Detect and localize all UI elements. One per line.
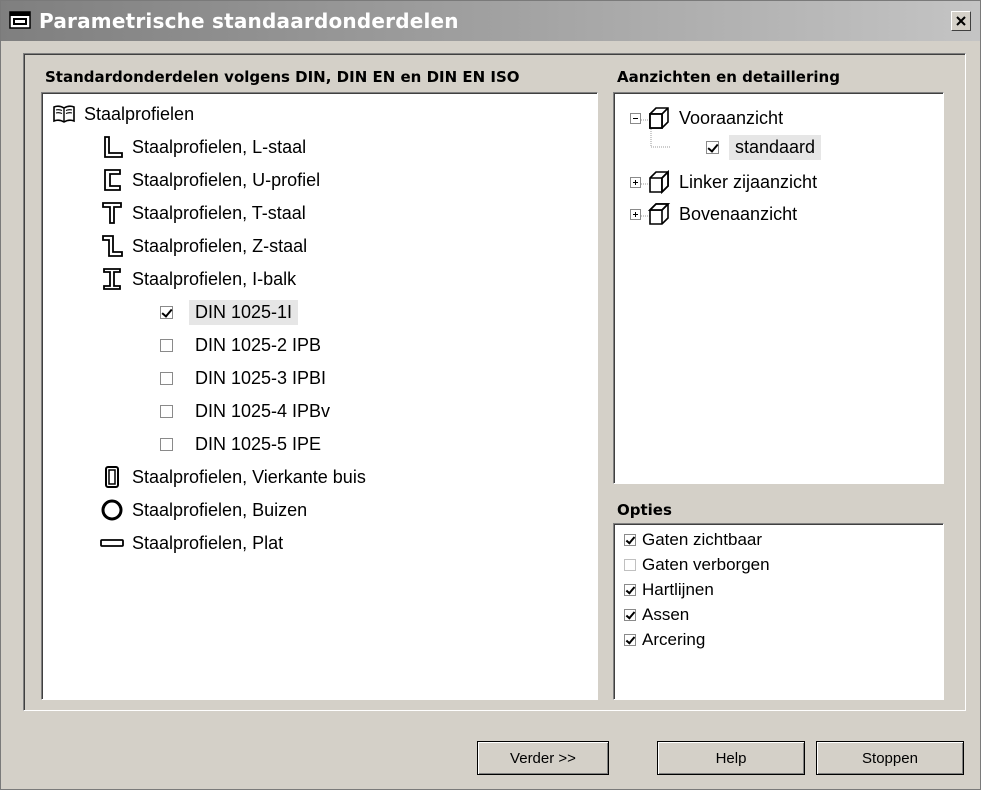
cube-top-view-icon (647, 202, 671, 226)
tree-item-i-balk[interactable]: Staalprofielen, I-balk (100, 264, 296, 294)
book-icon (52, 102, 76, 126)
option-checkbox[interactable] (624, 534, 636, 546)
option-arcering[interactable]: Arcering (624, 628, 705, 652)
tree-item-label: Staalprofielen, I-balk (132, 268, 297, 289)
option-checkbox[interactable] (624, 634, 636, 646)
tree-item-u-profiel[interactable]: Staalprofielen, U-profiel (100, 165, 320, 195)
tree-item-vierkante-buis[interactable]: Staalprofielen, Vierkante buis (100, 462, 366, 492)
tree-item-label: Staalprofielen, Plat (132, 532, 284, 553)
din-item-label: DIN 1025-4 IPBv (195, 400, 331, 421)
option-assen[interactable]: Assen (624, 603, 689, 627)
help-button[interactable]: Help (657, 741, 805, 775)
din-item-label: DIN 1025-3 IPBI (195, 367, 327, 388)
z-profile-icon (100, 234, 124, 258)
u-profile-icon (100, 168, 124, 192)
tree-item-plat[interactable]: Staalprofielen, Plat (100, 528, 283, 558)
stop-button[interactable]: Stoppen (816, 741, 964, 775)
views-tree[interactable]: Vooraanzicht standaard Linker zijaanzich… (613, 92, 944, 484)
din-item-label: DIN 1025-1I (189, 299, 299, 325)
option-gaten-zichtbaar[interactable]: Gaten zichtbaar (624, 528, 762, 552)
din-checkbox[interactable] (160, 371, 173, 385)
tree-item-label: Staalprofielen, L-staal (132, 136, 307, 157)
cube-side-view-icon (647, 170, 671, 194)
view-label: Linker zijaanzicht (679, 171, 818, 192)
l-profile-icon (100, 135, 124, 159)
tree-item-buizen[interactable]: Staalprofielen, Buizen (100, 495, 307, 525)
view-vooraanzicht[interactable]: Vooraanzicht (630, 103, 783, 133)
plus-icon (633, 211, 638, 217)
din-item-1025-2[interactable]: DIN 1025-2 IPB (160, 330, 321, 360)
din-item-1025-5[interactable]: DIN 1025-5 IPE (160, 429, 321, 459)
option-gaten-verborgen[interactable]: Gaten verborgen (624, 553, 770, 577)
din-checkbox[interactable] (160, 338, 173, 352)
dialog-window: Parametrische standaardonderdelen Standa… (0, 0, 981, 790)
options-heading: Opties (617, 501, 672, 519)
option-label: Arcering (642, 630, 706, 649)
view-child-label: standaard (729, 134, 822, 160)
option-label: Gaten zichtbaar (642, 530, 763, 549)
views-heading: Aanzichten en detaillering (617, 68, 840, 86)
view-label: Bovenaanzicht (679, 203, 798, 224)
option-label: Assen (642, 605, 690, 624)
view-label: Vooraanzicht (679, 107, 784, 128)
din-item-label: DIN 1025-2 IPB (195, 334, 322, 355)
collapse-toggle[interactable] (630, 112, 641, 124)
option-checkbox[interactable] (624, 584, 636, 596)
title-bar[interactable]: Parametrische standaardonderdelen (1, 1, 980, 41)
din-checkbox[interactable] (160, 404, 173, 418)
option-label: Gaten verborgen (642, 555, 770, 574)
app-icon (9, 10, 31, 30)
close-button[interactable] (951, 11, 971, 31)
option-hartlijnen[interactable]: Hartlijnen (624, 578, 714, 602)
tree-root-label: Staalprofielen (84, 103, 195, 124)
tree-item-label: Staalprofielen, Vierkante buis (132, 466, 366, 487)
din-item-1025-1[interactable]: DIN 1025-1I (160, 297, 299, 327)
option-checkbox[interactable] (624, 559, 636, 571)
expand-toggle[interactable] (630, 176, 641, 188)
options-list: Gaten zichtbaar Gaten verborgen Hartlijn… (613, 523, 944, 700)
t-profile-icon (100, 201, 124, 225)
parts-tree[interactable]: Staalprofielen Staalprofielen, L-staal S… (41, 92, 598, 700)
option-checkbox[interactable] (624, 609, 636, 621)
plus-icon (633, 179, 638, 185)
option-label: Hartlijnen (642, 580, 714, 599)
tree-item-z-staal[interactable]: Staalprofielen, Z-staal (100, 231, 307, 261)
view-standaard[interactable]: standaard (706, 132, 822, 162)
tree-item-t-staal[interactable]: Staalprofielen, T-staal (100, 198, 306, 228)
tree-root-staalprofielen[interactable]: Staalprofielen (52, 99, 194, 129)
din-checkbox[interactable] (160, 437, 173, 451)
tree-item-l-staal[interactable]: Staalprofielen, L-staal (100, 132, 306, 162)
next-button[interactable]: Verder >> (477, 741, 609, 775)
tree-item-label: Staalprofielen, Buizen (132, 499, 308, 520)
cube-front-view-icon (647, 106, 671, 130)
view-bovenaanzicht[interactable]: Bovenaanzicht (630, 199, 797, 229)
din-item-label: DIN 1025-5 IPE (195, 433, 322, 454)
flat-bar-icon (100, 531, 124, 555)
minus-icon (633, 117, 638, 119)
window-title: Parametrische standaardonderdelen (39, 9, 459, 33)
din-checkbox[interactable] (160, 305, 173, 319)
tree-item-label: Staalprofielen, Z-staal (132, 235, 308, 256)
tree-item-label: Staalprofielen, T-staal (132, 202, 306, 223)
round-tube-icon (100, 498, 124, 522)
i-beam-icon (100, 267, 124, 291)
expand-toggle[interactable] (630, 208, 641, 220)
standaard-checkbox[interactable] (706, 140, 719, 154)
close-icon (956, 16, 966, 26)
din-item-1025-4[interactable]: DIN 1025-4 IPBv (160, 396, 330, 426)
view-linker-zijaanzicht[interactable]: Linker zijaanzicht (630, 167, 817, 197)
tree-item-label: Staalprofielen, U-profiel (132, 169, 321, 190)
square-tube-icon (100, 465, 124, 489)
standard-parts-heading: Standardonderdelen volgens DIN, DIN EN e… (45, 68, 520, 86)
din-item-1025-3[interactable]: DIN 1025-3 IPBI (160, 363, 326, 393)
